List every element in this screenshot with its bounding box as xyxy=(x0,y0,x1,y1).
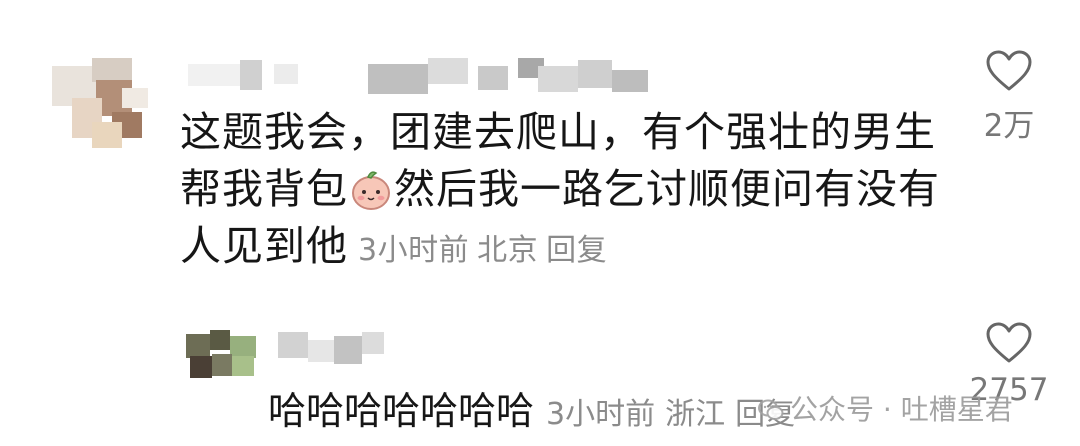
watermark-text: 公众号 · 吐槽星君 xyxy=(790,393,1013,426)
reply-username[interactable] xyxy=(278,332,388,368)
avatar[interactable] xyxy=(52,58,148,154)
heart-icon[interactable] xyxy=(986,50,1032,92)
reply-location: 浙江 xyxy=(665,397,726,432)
reply-time: 3小时前 xyxy=(546,397,656,432)
comment-thread: 这题我会，团建去爬山，有个强壮的男生帮我背包 然后我一路乞讨顺便问有没有人见到他… xyxy=(0,0,1080,446)
watermark: 公众号 · 吐槽星君 xyxy=(758,388,1013,428)
comment-time: 3小时前 xyxy=(358,233,470,268)
reply-avatar[interactable] xyxy=(186,330,258,380)
wechat-logo-icon xyxy=(758,399,784,420)
reply-text: 哈哈哈哈哈哈哈 xyxy=(268,389,535,433)
heart-icon[interactable] xyxy=(986,322,1032,364)
reply-button[interactable]: 回复 xyxy=(546,233,607,268)
peach-face-emoji xyxy=(352,171,390,210)
reply-body: 哈哈哈哈哈哈哈 3小时前 浙江 回复 xyxy=(268,380,805,435)
comment-like[interactable]: 2万 xyxy=(964,50,1054,145)
comment-body: 这题我会，团建去爬山，有个强壮的男生帮我背包 然后我一路乞讨顺便问有没有人见到他… xyxy=(180,104,940,279)
comment-location: 北京 xyxy=(477,233,539,268)
username[interactable] xyxy=(188,56,648,96)
comment-meta: 3小时前 北京 回复 xyxy=(358,233,615,268)
like-count: 2万 xyxy=(983,108,1035,144)
